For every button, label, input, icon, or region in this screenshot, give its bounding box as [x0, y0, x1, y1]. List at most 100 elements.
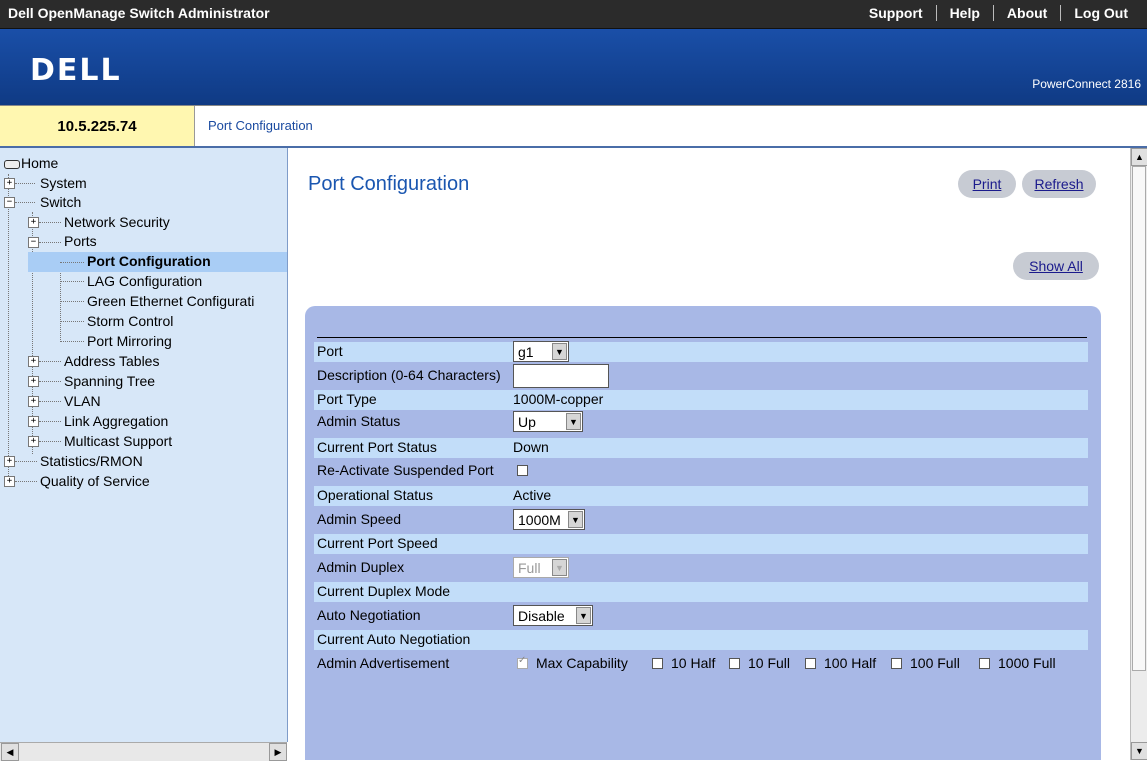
scroll-right-icon[interactable]: ▶ [269, 743, 287, 761]
sidebar-item-system[interactable]: System [40, 174, 87, 192]
sidebar-item-label: Home [21, 155, 59, 171]
tree-connector [39, 381, 61, 382]
admin-speed-select[interactable]: 1000M ▼ [513, 509, 585, 530]
sidebar-horizontal-scrollbar[interactable]: ◀ ▶ [0, 742, 287, 761]
expand-icon[interactable]: + [4, 476, 15, 487]
collapse-icon[interactable]: − [4, 197, 15, 208]
port-select[interactable]: g1 ▼ [513, 341, 569, 362]
scroll-thumb[interactable] [1132, 166, 1146, 671]
expand-icon[interactable]: + [28, 356, 39, 367]
tree-connector [60, 321, 84, 322]
expand-icon[interactable]: + [28, 416, 39, 427]
sidebar-item-home[interactable]: Home [4, 154, 58, 172]
current-duplex-mode-label: Current Duplex Mode [317, 583, 451, 599]
tree-connector [39, 441, 61, 442]
10-full-label: 10 Full [748, 655, 791, 671]
tree-connector [39, 222, 61, 223]
about-link[interactable]: About [994, 5, 1060, 21]
current-auto-negotiation-label: Current Auto Negotiation [317, 631, 471, 647]
support-link[interactable]: Support [856, 5, 936, 21]
sidebar-item-switch[interactable]: Switch [40, 193, 81, 211]
reactivate-checkbox[interactable] [517, 465, 528, 476]
port-select-value: g1 [518, 343, 534, 360]
help-link[interactable]: Help [937, 5, 993, 21]
show-all-button[interactable]: Show All [1013, 252, 1099, 280]
port-config-panel: Port g1 ▼ Description (0-64 Characters) … [305, 306, 1101, 760]
logo-text: DELL [30, 53, 122, 88]
expand-icon[interactable]: + [28, 436, 39, 447]
tree-connector [60, 281, 84, 282]
main-vertical-scrollbar[interactable]: ▲ ▼ [1130, 148, 1147, 760]
row-admin-status: Admin Status Up ▼ [314, 411, 1088, 432]
sidebar-item-vlan[interactable]: VLAN [64, 392, 101, 410]
10-half-label: 10 Half [671, 655, 716, 671]
description-label: Description (0-64 Characters) [317, 367, 501, 383]
10-half-checkbox[interactable] [652, 658, 663, 669]
1000-full-checkbox[interactable] [979, 658, 990, 669]
row-reactivate: Re-Activate Suspended Port [314, 461, 1088, 481]
sidebar-item-address-tables[interactable]: Address Tables [64, 352, 159, 370]
100-full-checkbox[interactable] [891, 658, 902, 669]
collapse-icon[interactable]: − [28, 237, 39, 248]
row-current-port-speed: Current Port Speed [314, 534, 1088, 554]
tree-line [8, 174, 9, 482]
sidebar-item-statistics-rmon[interactable]: Statistics/RMON [40, 452, 143, 470]
chevron-down-icon: ▼ [576, 607, 591, 624]
row-current-duplex-mode: Current Duplex Mode [314, 582, 1088, 602]
100-half-checkbox[interactable] [805, 658, 816, 669]
app-title: Dell OpenManage Switch Administrator [8, 5, 270, 21]
sidebar-item-spanning-tree[interactable]: Spanning Tree [64, 372, 155, 390]
header-banner: DELL PowerConnect 2816 [0, 29, 1147, 105]
admin-duplex-label: Admin Duplex [317, 559, 405, 575]
sidebar-tree: Home + System − Switch + Network Securit… [0, 148, 288, 742]
sidebar-item-lag-configuration[interactable]: LAG Configuration [87, 272, 202, 290]
10-full-checkbox[interactable] [729, 658, 740, 669]
auto-negotiation-label: Auto Negotiation [317, 607, 421, 623]
port-label: Port [317, 343, 343, 359]
refresh-button[interactable]: Refresh [1022, 170, 1096, 198]
row-admin-duplex: Admin Duplex Full ▼ [314, 557, 1088, 578]
admin-speed-value: 1000M [518, 511, 561, 528]
admin-status-select[interactable]: Up ▼ [513, 411, 583, 432]
home-icon [4, 159, 20, 169]
expand-icon[interactable]: + [4, 456, 15, 467]
expand-icon[interactable]: + [4, 178, 15, 189]
scroll-left-icon[interactable]: ◀ [1, 743, 19, 761]
tree-connector [15, 481, 37, 482]
scroll-up-icon[interactable]: ▲ [1131, 148, 1147, 166]
sidebar-item-network-security[interactable]: Network Security [64, 213, 170, 231]
tree-connector [15, 183, 35, 184]
tree-connector [15, 202, 35, 203]
sidebar-item-quality-of-service[interactable]: Quality of Service [40, 472, 150, 490]
sidebar-item-port-mirroring[interactable]: Port Mirroring [87, 332, 172, 350]
sidebar-item-green-ethernet[interactable]: Green Ethernet Configurati [87, 292, 254, 310]
breadcrumb[interactable]: Port Configuration [208, 118, 313, 133]
sidebar-item-multicast-support[interactable]: Multicast Support [64, 432, 172, 450]
product-model: PowerConnect 2816 [1032, 77, 1141, 91]
auto-negotiation-select[interactable]: Disable ▼ [513, 605, 593, 626]
logout-link[interactable]: Log Out [1061, 5, 1141, 21]
admin-duplex-value: Full [518, 559, 541, 576]
current-port-status-label: Current Port Status [317, 439, 437, 455]
expand-icon[interactable]: + [28, 217, 39, 228]
sidebar-item-link-aggregation[interactable]: Link Aggregation [64, 412, 168, 430]
expand-icon[interactable]: + [28, 396, 39, 407]
expand-icon[interactable]: + [28, 376, 39, 387]
scroll-down-icon[interactable]: ▼ [1131, 742, 1147, 760]
current-port-status-value: Down [513, 439, 549, 455]
description-input[interactable] [513, 364, 609, 388]
sidebar-item-storm-control[interactable]: Storm Control [87, 312, 173, 330]
print-button[interactable]: Print [958, 170, 1016, 198]
ip-bar: 10.5.225.74 Port Configuration [0, 105, 1147, 148]
100-full-label: 100 Full [910, 655, 960, 671]
sidebar-item-port-configuration[interactable]: Port Configuration [87, 252, 211, 270]
port-type-value: 1000M-copper [513, 391, 604, 407]
sidebar-item-ports[interactable]: Ports [64, 232, 97, 250]
device-ip: 10.5.225.74 [0, 106, 195, 146]
max-capability-checkbox[interactable] [517, 655, 528, 669]
tree-connector [39, 361, 61, 362]
row-current-port-status: Current Port Status Down [314, 438, 1088, 458]
top-bar: Dell OpenManage Switch Administrator Sup… [0, 0, 1147, 29]
admin-duplex-select[interactable]: Full ▼ [513, 557, 569, 578]
main-content: Port Configuration Print Refresh Show Al… [288, 148, 1130, 760]
